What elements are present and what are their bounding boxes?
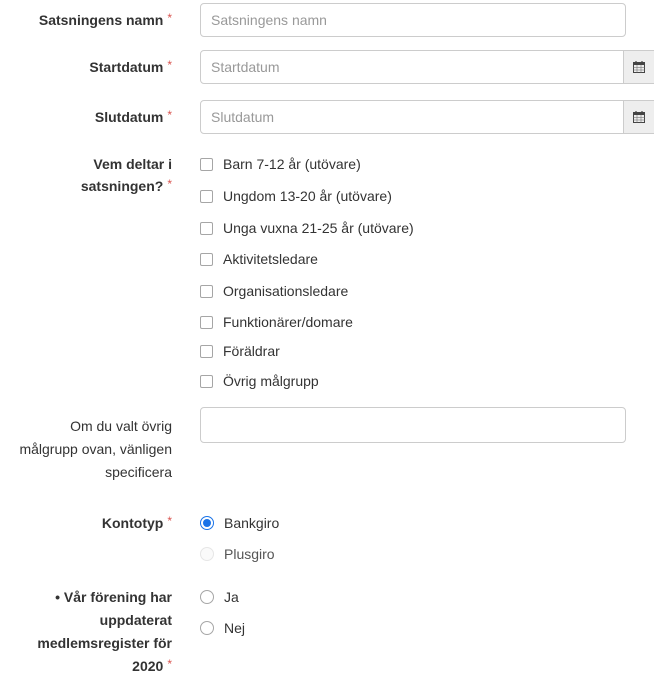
other-group-label: Om du valt övrig målgrupp ovan, vänligen… xyxy=(19,418,172,480)
end-date-label: Slutdatum * xyxy=(94,108,172,125)
member-register-option-nej[interactable]: Nej xyxy=(200,617,245,639)
checkbox[interactable] xyxy=(200,221,213,235)
participant-option-organisationsledare[interactable]: Organisationsledare xyxy=(200,280,348,302)
checkbox[interactable] xyxy=(200,315,213,329)
checkbox[interactable] xyxy=(200,284,213,298)
checkbox[interactable] xyxy=(200,374,213,388)
name-label: Satsningens namn * xyxy=(38,11,172,28)
checkbox[interactable] xyxy=(200,157,213,171)
checkbox[interactable] xyxy=(200,344,213,358)
checkbox[interactable] xyxy=(200,252,213,266)
calendar-icon xyxy=(633,61,645,73)
participant-option-aktivitetsledare[interactable]: Aktivitetsledare xyxy=(200,248,318,270)
account-type-option-plusgiro[interactable]: Plusgiro xyxy=(200,543,275,565)
start-date-label: Startdatum * xyxy=(89,58,172,75)
participant-option-ovrig[interactable]: Övrig målgrupp xyxy=(200,370,319,392)
required-mark: * xyxy=(167,11,172,25)
start-date-input[interactable] xyxy=(200,50,624,84)
required-mark: * xyxy=(167,177,172,191)
account-type-option-bankgiro[interactable]: Bankgiro xyxy=(200,512,279,534)
checkbox[interactable] xyxy=(200,189,213,203)
required-mark: * xyxy=(167,514,172,528)
end-date-calendar-button[interactable] xyxy=(624,100,654,134)
participant-option-funktionarer[interactable]: Funktionärer/domare xyxy=(200,311,353,333)
participants-label: Vem deltar i satsningen? * xyxy=(80,156,172,194)
member-register-label: • Vår förening har uppdaterat medlemsreg… xyxy=(37,589,172,674)
account-type-label: Kontotyp * xyxy=(101,514,172,531)
radio-button[interactable] xyxy=(200,547,214,561)
required-mark: * xyxy=(167,108,172,122)
end-date-input[interactable] xyxy=(200,100,624,134)
start-date-calendar-button[interactable] xyxy=(624,50,654,84)
required-mark: * xyxy=(167,657,172,671)
participant-option-foraldrar[interactable]: Föräldrar xyxy=(200,340,280,362)
participant-option-unga-vuxna[interactable]: Unga vuxna 21-25 år (utövare) xyxy=(200,217,414,239)
name-input[interactable] xyxy=(200,3,626,37)
member-register-option-ja[interactable]: Ja xyxy=(200,586,239,608)
participant-option-ungdom[interactable]: Ungdom 13-20 år (utövare) xyxy=(200,185,392,207)
radio-button[interactable] xyxy=(200,516,214,530)
radio-button[interactable] xyxy=(200,621,214,635)
participant-option-barn[interactable]: Barn 7-12 år (utövare) xyxy=(200,153,361,175)
radio-button[interactable] xyxy=(200,590,214,604)
calendar-icon xyxy=(633,111,645,123)
other-group-input[interactable] xyxy=(200,407,626,443)
required-mark: * xyxy=(167,58,172,72)
radio-selected-dot xyxy=(203,519,211,527)
